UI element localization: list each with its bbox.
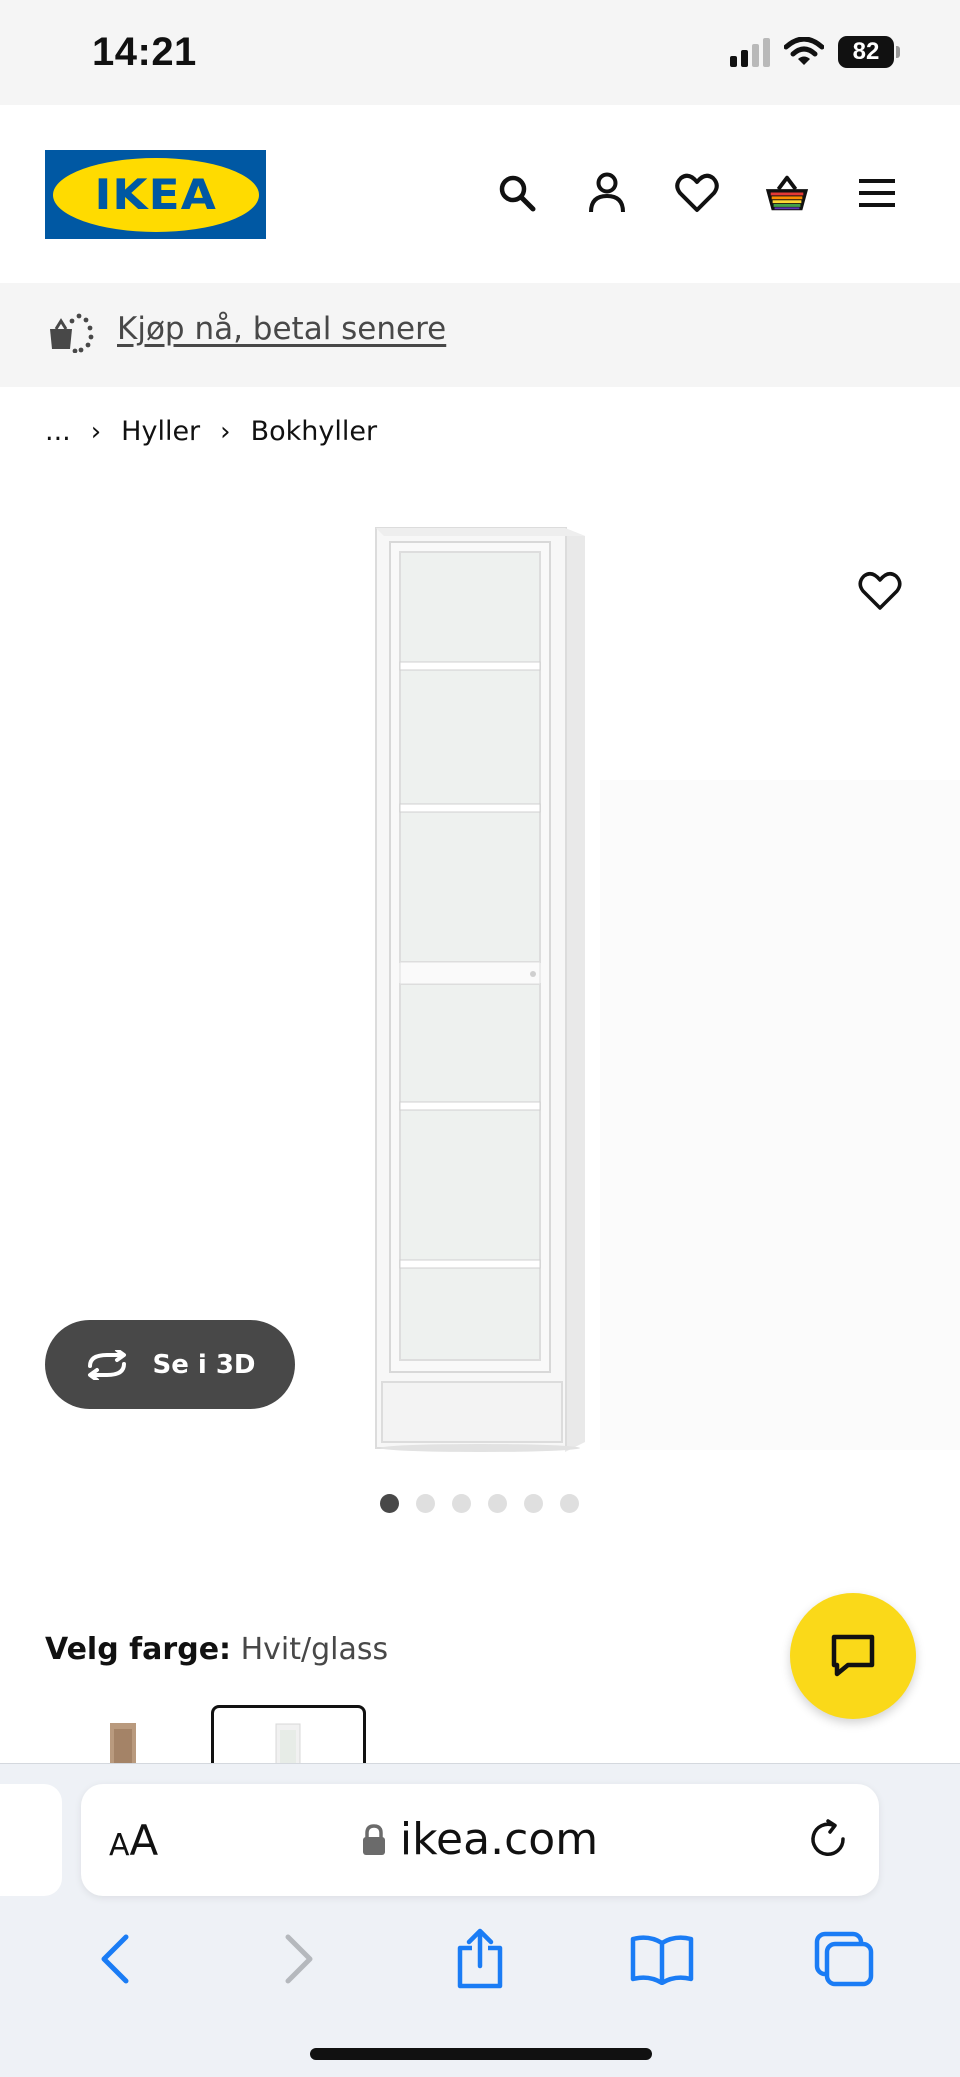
rotate-3d-icon (88, 1349, 127, 1380)
wifi-icon (784, 37, 824, 65)
back-icon[interactable] (81, 1924, 151, 1994)
chat-button[interactable] (790, 1593, 916, 1719)
chevron-right-icon: › (90, 416, 102, 447)
battery-icon: 82 (838, 36, 900, 68)
carousel-dot[interactable] (380, 1494, 399, 1513)
product-image (375, 527, 585, 1452)
share-icon[interactable] (445, 1924, 515, 1994)
reload-icon[interactable] (805, 1816, 851, 1867)
tabs-icon[interactable] (809, 1924, 879, 1994)
carousel-dot[interactable] (560, 1494, 579, 1513)
paylater-link[interactable]: Kjøp nå, betal senere (117, 311, 446, 347)
browser-toolbar: AA ikea.com (0, 1763, 960, 2077)
search-icon[interactable] (494, 170, 540, 216)
carousel-dot[interactable] (452, 1494, 471, 1513)
bag-installment-icon (48, 311, 94, 358)
wishlist-icon[interactable] (674, 170, 720, 216)
color-selection-label: Velg farge: Hvit/glass (45, 1632, 388, 1667)
status-bar: 14:21 82 (0, 0, 960, 105)
browser-nav-bar (0, 1914, 960, 2004)
previous-tab-preview[interactable] (0, 1784, 62, 1896)
chevron-right-icon: › (220, 416, 231, 447)
carousel-dot[interactable] (524, 1494, 543, 1513)
site-header: IKEA (0, 105, 960, 283)
cellular-signal-icon (730, 37, 770, 67)
status-time: 14:21 (92, 30, 197, 74)
header-actions (494, 170, 900, 216)
carousel-dot[interactable] (488, 1494, 507, 1513)
view-in-3d-label: Se i 3D (152, 1349, 256, 1380)
breadcrumb: ... › Hyller › Bokhyller (45, 416, 377, 447)
breadcrumb-ellipsis[interactable]: ... (45, 416, 71, 447)
view-in-3d-button[interactable]: Se i 3D (45, 1320, 295, 1409)
shopping-bag-icon[interactable] (764, 170, 810, 216)
menu-icon[interactable] (854, 170, 900, 216)
battery-level: 82 (838, 36, 894, 68)
breadcrumb-item-bokhyller[interactable]: Bokhyller (251, 416, 377, 447)
url-text: ikea.com (399, 1814, 599, 1865)
save-to-wishlist-heart-icon[interactable] (855, 566, 905, 616)
logo-text: IKEA (94, 170, 217, 219)
chat-bubble-icon (831, 1634, 875, 1677)
address-bar[interactable]: AA ikea.com (81, 1784, 879, 1896)
color-label-value: Hvit/glass (240, 1632, 389, 1667)
status-icons: 82 (730, 36, 900, 68)
product-image-gallery[interactable]: Se i 3D (0, 500, 960, 1460)
home-indicator (310, 2048, 652, 2060)
paylater-banner: Kjøp nå, betal senere (0, 283, 960, 387)
lock-icon (362, 1823, 385, 1855)
account-icon[interactable] (584, 170, 630, 216)
image-carousel-dots (380, 1494, 579, 1513)
bookmarks-icon[interactable] (627, 1924, 697, 1994)
carousel-dot[interactable] (416, 1494, 435, 1513)
color-label-key: Velg farge: (45, 1632, 232, 1667)
breadcrumb-item-hyller[interactable]: Hyller (121, 416, 200, 447)
forward-icon[interactable] (263, 1924, 333, 1994)
ikea-logo[interactable]: IKEA (45, 150, 266, 239)
